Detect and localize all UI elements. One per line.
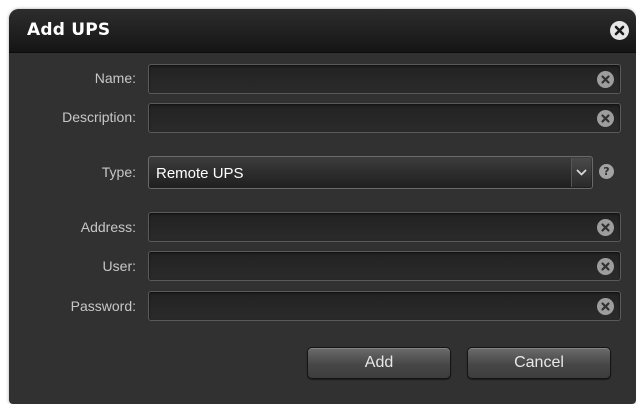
address-field-box xyxy=(148,212,621,242)
address-input[interactable] xyxy=(149,213,601,241)
password-label: Password: xyxy=(70,298,136,314)
clear-icon[interactable] xyxy=(597,110,614,127)
user-label: User: xyxy=(102,258,136,274)
name-label: Name: xyxy=(94,70,136,86)
password-input[interactable] xyxy=(149,292,601,320)
cancel-button[interactable]: Cancel xyxy=(467,347,611,379)
help-icon[interactable]: ? xyxy=(599,164,614,179)
description-input[interactable] xyxy=(149,104,601,132)
type-label: Type: xyxy=(101,164,136,180)
add-ups-dialog: Add UPS Name: Description: Type: Remote … xyxy=(9,9,636,404)
type-selected-value: Remote UPS xyxy=(156,165,244,182)
add-button[interactable]: Add xyxy=(307,347,451,379)
clear-icon[interactable] xyxy=(597,258,614,275)
user-input[interactable] xyxy=(149,252,601,280)
password-field-box xyxy=(148,291,621,321)
type-select[interactable]: Remote UPS xyxy=(148,156,593,189)
description-field-box xyxy=(148,103,621,133)
chevron-down-icon[interactable] xyxy=(571,158,591,187)
clear-icon[interactable] xyxy=(597,219,614,236)
user-field-box xyxy=(148,251,621,281)
dialog-titlebar: Add UPS xyxy=(9,9,636,53)
name-field-box xyxy=(148,64,621,94)
description-label: Description: xyxy=(62,109,136,125)
clear-icon[interactable] xyxy=(597,298,614,315)
name-input[interactable] xyxy=(149,65,601,93)
dialog-title: Add UPS xyxy=(27,20,111,40)
close-icon[interactable] xyxy=(610,21,629,40)
address-label: Address: xyxy=(80,219,136,235)
clear-icon[interactable] xyxy=(597,71,614,88)
